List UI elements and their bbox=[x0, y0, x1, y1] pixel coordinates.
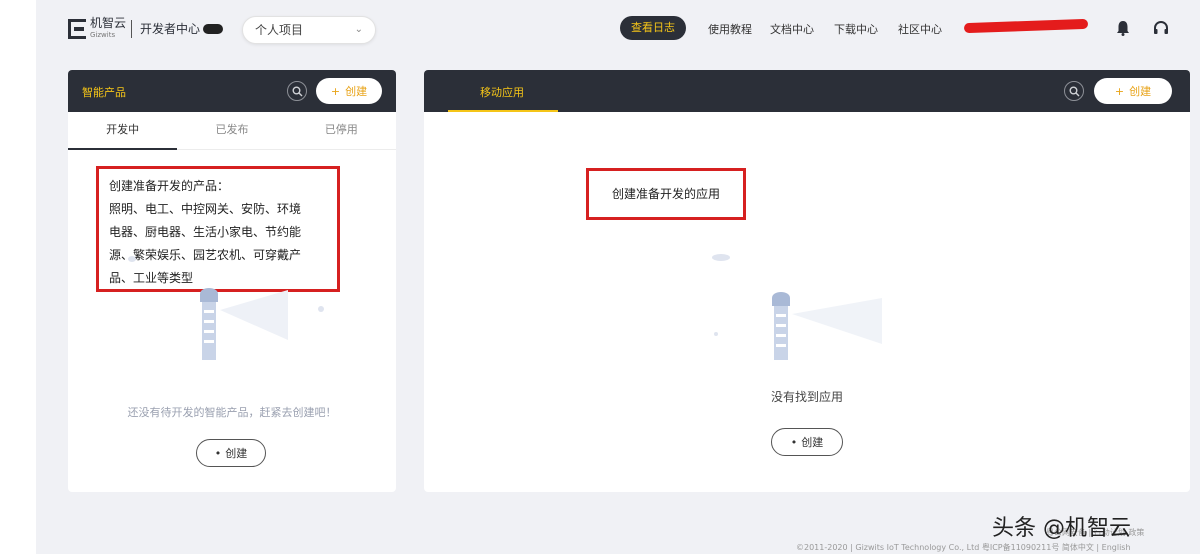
panel-title: 智能产品 bbox=[82, 86, 126, 99]
footer-copyright: ©2011-2020 | Gizwits IoT Technology Co.,… bbox=[796, 543, 1131, 552]
empty-create-label: 创建 bbox=[801, 436, 824, 449]
annotation-line: 电器、厨电器、生活小家电、节约能 bbox=[109, 225, 302, 239]
search-button[interactable] bbox=[287, 81, 307, 101]
search-button[interactable] bbox=[1064, 81, 1084, 101]
nav-log-button[interactable]: 查看日志 bbox=[620, 16, 686, 40]
top-header: 机智云 Gizwits 开发者中心 个人项目 ⌄ 查看日志 使用教程 文档中心 … bbox=[36, 0, 1200, 58]
tab-developing[interactable]: 开发中 bbox=[68, 112, 178, 150]
left-edge-strip bbox=[0, 0, 36, 554]
watermark: 头条 @机智云 bbox=[992, 516, 1131, 541]
redacted-username bbox=[963, 18, 1089, 34]
cloud-decoration bbox=[128, 256, 136, 262]
plus-icon: + bbox=[330, 84, 341, 98]
dev-badge-icon bbox=[203, 23, 224, 34]
dev-center-title: 开发者中心 bbox=[140, 20, 224, 37]
brand-sub: Gizwits bbox=[90, 31, 116, 39]
chevron-down-icon: ⌄ bbox=[354, 24, 363, 35]
project-select-value: 个人项目 bbox=[255, 23, 304, 37]
bell-icon[interactable] bbox=[1116, 20, 1130, 36]
annotation-line: 创建准备开发的产品： bbox=[109, 179, 230, 193]
dot-icon: • bbox=[214, 446, 222, 460]
lighthouse-illustration bbox=[200, 288, 288, 360]
tab-disabled[interactable]: 已停用 bbox=[287, 112, 396, 149]
gizwits-logo-icon bbox=[68, 19, 86, 39]
dot-icon: • bbox=[790, 435, 798, 449]
empty-products-text: 还没有待开发的智能产品，赶紧去创建吧！ bbox=[127, 406, 337, 419]
plus-icon: + bbox=[1114, 84, 1125, 98]
user-menu[interactable] bbox=[963, 15, 1089, 37]
headset-icon[interactable] bbox=[1153, 20, 1169, 36]
dot-decoration bbox=[318, 306, 324, 312]
tab-mobile-apps[interactable]: 移动应用 bbox=[480, 84, 524, 100]
empty-create-product-button[interactable]: • 创建 bbox=[196, 439, 266, 467]
create-label: 创建 bbox=[1129, 85, 1152, 98]
active-tab-indicator bbox=[448, 110, 558, 112]
search-icon bbox=[1069, 86, 1079, 96]
project-select[interactable]: 个人项目 ⌄ bbox=[242, 16, 376, 44]
empty-create-app-button[interactable]: • 创建 bbox=[771, 428, 843, 456]
empty-create-label: 创建 bbox=[225, 447, 248, 460]
product-annotation-box: 创建准备开发的产品： 照明、电工、中控网关、安防、环境 电器、厨电器、生活小家电… bbox=[96, 166, 340, 292]
dot-decoration bbox=[714, 332, 718, 336]
smart-products-header: 智能产品 + 创建 bbox=[68, 70, 396, 112]
nav-download[interactable]: 下载中心 bbox=[834, 21, 878, 37]
product-tabs: 开发中 已发布 已停用 bbox=[68, 112, 396, 150]
create-label: 创建 bbox=[345, 85, 368, 98]
cloud-decoration bbox=[712, 254, 730, 261]
empty-apps-text: 没有找到应用 bbox=[770, 390, 843, 404]
mobile-apps-panel: 移动应用 + 创建 创建准备开发的应用 没有找到应用 • 创建 bbox=[424, 70, 1190, 492]
brand-name: 机智云 bbox=[90, 16, 127, 30]
nav-tutorial[interactable]: 使用教程 bbox=[708, 21, 752, 37]
search-icon bbox=[292, 86, 302, 96]
brand-logo[interactable]: 机智云 Gizwits bbox=[68, 16, 127, 40]
nav-docs[interactable]: 文档中心 bbox=[770, 21, 814, 37]
lighthouse-illustration bbox=[772, 292, 882, 360]
mobile-apps-header: 移动应用 + 创建 bbox=[424, 70, 1190, 112]
dev-center-label: 开发者中心 bbox=[140, 22, 201, 36]
smart-products-panel: 智能产品 + 创建 开发中 已发布 已停用 创建准备开发的产品： 照明、电工、中… bbox=[68, 70, 396, 492]
tab-published[interactable]: 已发布 bbox=[177, 112, 286, 149]
create-product-button[interactable]: + 创建 bbox=[316, 78, 382, 104]
nav-community[interactable]: 社区中心 bbox=[898, 21, 942, 37]
app-annotation-box: 创建准备开发的应用 bbox=[586, 168, 746, 220]
annotation-line: 照明、电工、中控网关、安防、环境 bbox=[109, 202, 302, 216]
annotation-line: 源、繁荣娱乐、园艺农机、可穿戴产 bbox=[109, 248, 302, 262]
create-app-button[interactable]: + 创建 bbox=[1094, 78, 1172, 104]
header-divider bbox=[131, 20, 132, 38]
